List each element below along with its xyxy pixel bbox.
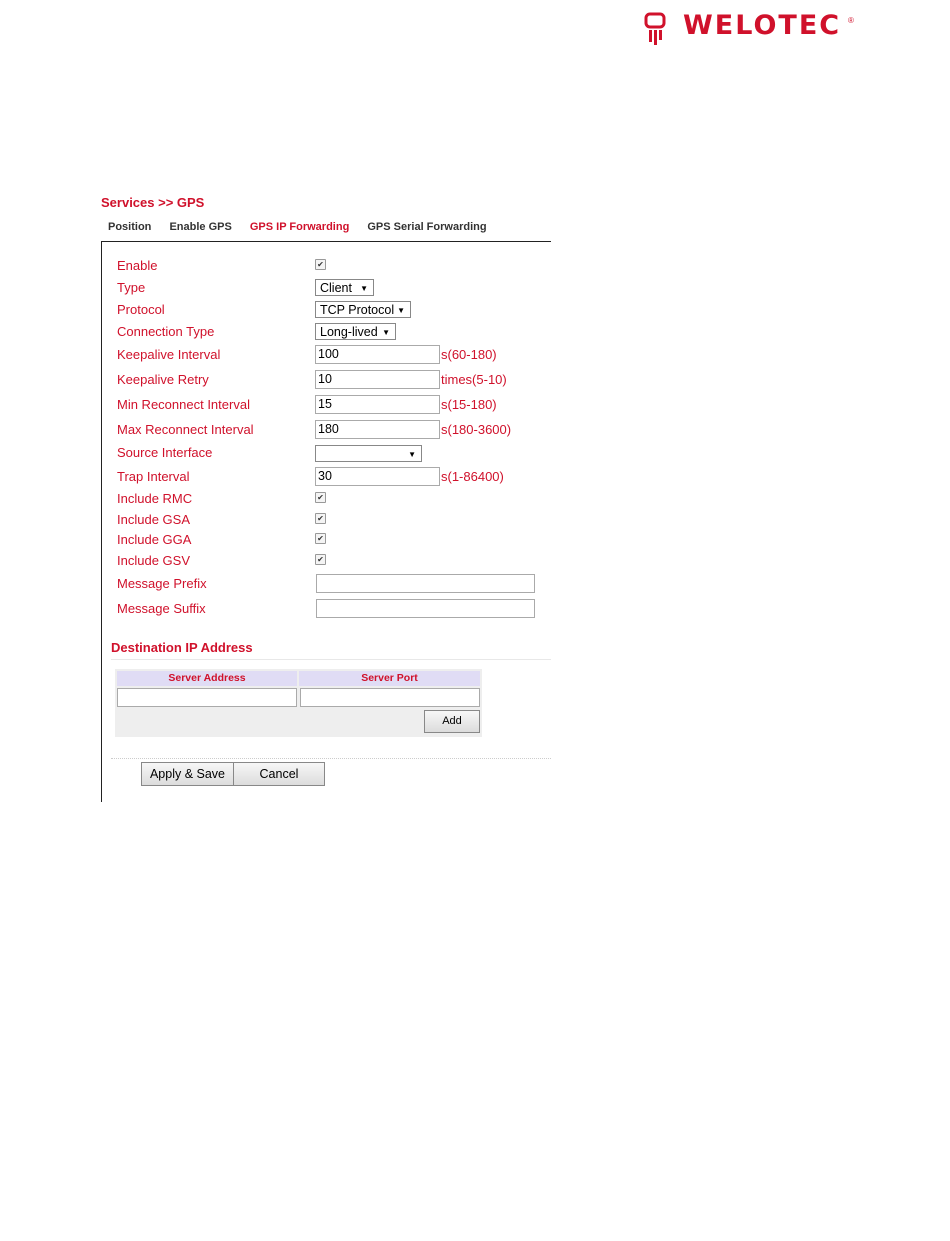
include-gsa-label: Include GSA (117, 512, 190, 527)
chevron-down-icon: ▼ (397, 306, 405, 315)
trap-interval-label: Trap Interval (117, 469, 190, 484)
protocol-select[interactable]: TCP Protocol ▼ (315, 301, 411, 318)
keepalive-retry-label: Keepalive Retry (117, 372, 209, 387)
type-label: Type (117, 280, 146, 295)
trap-interval-input[interactable]: 30 (315, 467, 440, 486)
include-gsv-label: Include GSV (117, 553, 190, 568)
section-divider (111, 659, 551, 660)
chevron-down-icon: ▼ (408, 450, 416, 459)
destination-section-title: Destination IP Address (111, 640, 253, 655)
message-suffix-input[interactable] (316, 599, 535, 618)
include-gsv-checkbox[interactable]: ✔ (315, 554, 326, 565)
cancel-button[interactable]: Cancel (233, 762, 325, 786)
trap-interval-hint: s(1-86400) (441, 469, 504, 484)
apply-save-button[interactable]: Apply & Save (141, 762, 234, 786)
type-select[interactable]: Client ▼ (315, 279, 374, 296)
message-suffix-label: Message Suffix (117, 601, 206, 616)
keepalive-retry-hint: times(5-10) (441, 372, 507, 387)
include-gga-checkbox[interactable]: ✔ (315, 533, 326, 544)
connection-type-select-value: Long-lived (320, 325, 378, 339)
include-gga-label: Include GGA (117, 532, 192, 547)
max-reconnect-hint: s(180-3600) (441, 422, 512, 437)
keepalive-interval-input[interactable]: 100 (315, 345, 440, 364)
include-rmc-label: Include RMC (117, 491, 193, 506)
message-prefix-input[interactable] (316, 574, 535, 593)
keepalive-interval-label: Keepalive Interval (117, 347, 221, 362)
column-header-server-address: Server Address (117, 671, 297, 686)
include-rmc-checkbox[interactable]: ✔ (315, 492, 326, 503)
include-gsa-checkbox[interactable]: ✔ (315, 513, 326, 524)
min-reconnect-hint: s(15-180) (441, 397, 497, 412)
server-address-input[interactable] (117, 688, 297, 707)
type-select-value: Client (320, 281, 352, 295)
source-interface-select[interactable]: ▼ (315, 445, 422, 462)
registered-mark: ® (848, 16, 854, 25)
source-interface-label: Source Interface (117, 445, 213, 460)
add-button[interactable]: Add (424, 710, 480, 733)
keepalive-interval-hint: s(60-180) (441, 347, 497, 362)
server-port-input[interactable] (300, 688, 480, 707)
dotted-divider (111, 758, 551, 759)
panel-left-border (101, 241, 102, 802)
message-prefix-label: Message Prefix (117, 576, 207, 591)
column-header-server-port: Server Port (299, 671, 480, 686)
breadcrumb: Services >> GPS (101, 195, 205, 210)
max-reconnect-input[interactable]: 180 (315, 420, 440, 439)
min-reconnect-input[interactable]: 15 (315, 395, 440, 414)
max-reconnect-label: Max Reconnect Interval (117, 422, 254, 437)
enable-checkbox[interactable]: ✔ (315, 259, 326, 270)
protocol-label: Protocol (117, 302, 165, 317)
welotec-logo-icon (644, 12, 666, 45)
chevron-down-icon: ▼ (382, 328, 390, 337)
brand-logo-text: WELOTEC (683, 10, 842, 41)
keepalive-retry-input[interactable]: 10 (315, 370, 440, 389)
panel-top-border (101, 241, 551, 242)
chevron-down-icon: ▼ (360, 284, 368, 293)
tab-bar: Position Enable GPS GPS IP Forwarding GP… (108, 221, 502, 233)
tab-position[interactable]: Position (108, 221, 151, 233)
min-reconnect-label: Min Reconnect Interval (117, 397, 250, 412)
connection-type-label: Connection Type (117, 324, 215, 339)
tab-gps-serial-forwarding[interactable]: GPS Serial Forwarding (367, 221, 486, 233)
protocol-select-value: TCP Protocol (320, 303, 395, 317)
tab-gps-ip-forwarding[interactable]: GPS IP Forwarding (250, 221, 349, 233)
connection-type-select[interactable]: Long-lived ▼ (315, 323, 396, 340)
tab-enable-gps[interactable]: Enable GPS (169, 221, 231, 233)
enable-label: Enable (117, 258, 158, 273)
